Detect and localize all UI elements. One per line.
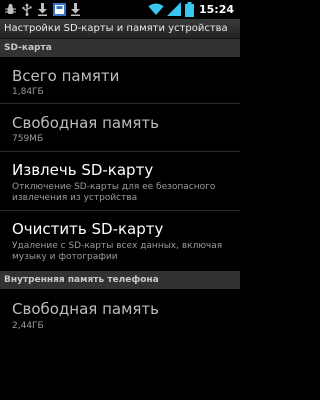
- section-header-label: Внутренняя память телефона: [4, 275, 159, 285]
- list-item-total-space: Всего памяти 1,84ГБ: [0, 57, 240, 103]
- usb-icon: [22, 3, 32, 16]
- list-item-free-space: Свободная память 759МБ: [0, 104, 240, 150]
- page-title: Настройки SD-карты и памяти устройства: [4, 23, 228, 34]
- erase-sd-card-item[interactable]: Очистить SD-карту Удаление с SD-карты вс…: [0, 211, 240, 269]
- section-header-sd-card: SD-карта: [0, 39, 240, 57]
- list-item-value: 1,84ГБ: [12, 87, 44, 97]
- list-item-label: Свободная память: [12, 114, 159, 132]
- list-item-label: Свободная память: [12, 300, 159, 318]
- list-item-label: Всего памяти: [12, 67, 120, 85]
- list-item-value: 759МБ: [12, 134, 44, 144]
- title-bar: Настройки SD-карты и памяти устройства: [0, 19, 240, 39]
- status-time: 15:24: [198, 3, 234, 16]
- section-header-label: SD-карта: [4, 43, 52, 53]
- section-header-internal-storage: Внутренняя память телефона: [0, 271, 240, 289]
- signal-icon: [167, 2, 181, 16]
- status-bar: 15:24: [0, 0, 240, 19]
- list-item-summary: Удаление с SD-карты всех данных, включая…: [12, 241, 223, 262]
- unmount-sd-card-item[interactable]: Извлечь SD-карту Отключение SD-карты для…: [0, 152, 240, 210]
- list-item-label: Извлечь SD-карту: [12, 161, 154, 179]
- list-item-summary: Отключение SD-карты для ее безопасного и…: [12, 182, 216, 203]
- usb-debug-icon: [5, 4, 16, 14]
- wifi-icon: [148, 3, 164, 15]
- battery-icon: [185, 2, 194, 17]
- sd-card-icon: [53, 3, 66, 16]
- download-icon: [38, 3, 47, 16]
- list-item-label: Очистить SD-карту: [12, 220, 164, 238]
- list-item-internal-free-space: Свободная память 2,44ГБ: [0, 289, 240, 337]
- download-icon: [71, 3, 80, 16]
- list-item-value: 2,44ГБ: [12, 321, 44, 331]
